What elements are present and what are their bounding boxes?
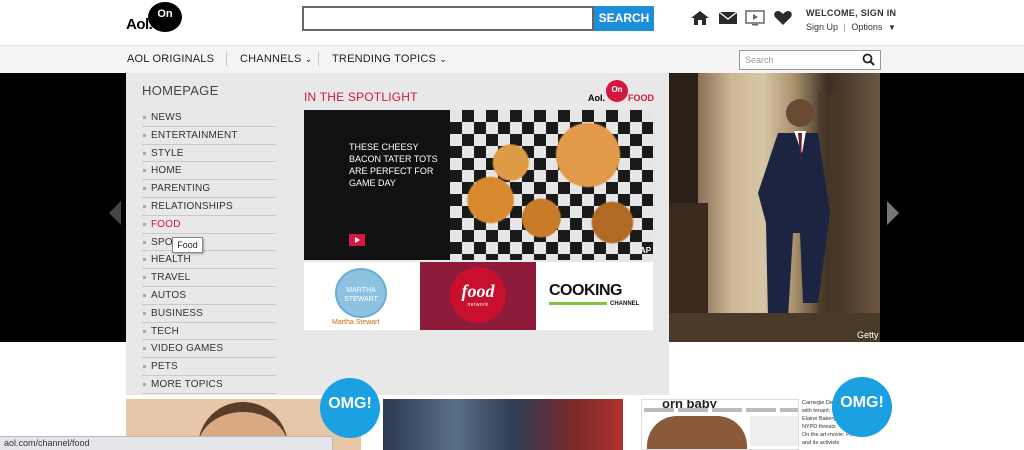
menu-item-sports[interactable]: SPORTS [142, 234, 276, 252]
spotlight-photo-credit: AP [640, 246, 652, 255]
nav-aol-originals[interactable]: AOL ORIGINALS [127, 53, 214, 65]
browser-status-bar: aol.com/channel/food [0, 436, 333, 450]
nav-divider [226, 52, 227, 66]
play-icon[interactable] [349, 234, 365, 246]
cooking-channel-tile[interactable]: COOKING CHANNEL [536, 262, 653, 330]
brand-aol-text: Aol. [588, 93, 605, 103]
next-arrow-icon[interactable] [886, 200, 900, 226]
logo-on-circle: On [148, 2, 182, 32]
spotlight-photo[interactable] [450, 110, 653, 260]
nav-search-input[interactable]: Search [739, 50, 881, 70]
cooking-channel-logo-sub: CHANNEL [610, 301, 640, 307]
sign-up-link[interactable]: Sign Up [806, 22, 838, 32]
story-card[interactable]: orn baby [641, 399, 799, 450]
menu-item-home[interactable]: HOME [142, 162, 276, 181]
hero-photo-credit: Getty [857, 330, 879, 340]
chevron-down-icon[interactable]: ▼ [888, 23, 896, 32]
menu-item-news[interactable]: NEWS [142, 109, 276, 127]
menu-item-style[interactable]: STYLE [142, 145, 276, 163]
menu-item-video-games[interactable]: VIDEO GAMES [142, 340, 276, 359]
menu-item-business[interactable]: BUSINESS [142, 305, 276, 323]
martha-stewart-label: Martha Stewart [332, 319, 380, 326]
aol-on-logo[interactable]: Aol. On [126, 2, 182, 36]
cooking-channel-bar [549, 302, 607, 305]
story-card-byline [644, 408, 798, 412]
food-network-tile[interactable]: food network [420, 262, 536, 330]
menu-item-more-topics[interactable]: MORE TOPICS [142, 376, 276, 394]
search-icon[interactable] [862, 53, 875, 66]
story-card-sidebar [750, 416, 798, 446]
omg-badge[interactable]: OMG! [320, 378, 380, 438]
nav-trending-topics[interactable]: TRENDING TOPICS ⌄ [332, 53, 447, 65]
spotlight-caption[interactable]: THESE CHEESY BACON TATER TOTS ARE PERFEC… [349, 141, 449, 189]
chevron-down-icon: ⌄ [304, 54, 313, 64]
mail-icon[interactable] [718, 10, 738, 26]
channel-menu-list: NEWS ENTERTAINMENT STYLE HOME PARENTING … [142, 109, 276, 394]
dropdown-heading[interactable]: HOMEPAGE [142, 83, 219, 98]
omg-badge[interactable]: OMG! [832, 377, 892, 437]
menu-item-food[interactable]: FOOD [142, 216, 276, 234]
story-card-image [647, 416, 747, 449]
martha-stewart-tile[interactable]: MARTHA STEWART Martha Stewart [304, 262, 420, 330]
aol-on-food-logo[interactable]: Aol. On FOOD [588, 80, 654, 106]
chevron-down-icon: ⌄ [439, 54, 448, 64]
nav-channels[interactable]: CHANNELS ⌄ [240, 53, 313, 65]
headline-item[interactable]: and its activists [802, 440, 895, 447]
options-link[interactable]: Options [851, 22, 882, 32]
menu-item-pets[interactable]: PETS [142, 358, 276, 376]
brand-on-circle: On [606, 80, 628, 102]
hero-photo[interactable] [668, 73, 880, 342]
header-search-button[interactable]: SEARCH [594, 6, 654, 31]
food-network-logo-sub: network [467, 302, 489, 308]
cooking-channel-logo-text: COOKING [549, 282, 622, 299]
menu-item-tech[interactable]: TECH [142, 323, 276, 341]
martha-stewart-logo: MARTHA STEWART [335, 268, 387, 318]
hero-person-illustration [668, 73, 880, 342]
nav-channels-label: CHANNELS [240, 53, 302, 65]
main-nav: AOL ORIGINALS CHANNELS ⌄ TRENDING TOPICS… [0, 45, 1024, 73]
site-header: Aol. On SEARCH WELCOME, SIGN IN Sign Up … [0, 0, 1024, 45]
food-network-logo-text: food [461, 281, 495, 301]
home-icon[interactable] [690, 10, 710, 26]
nav-divider [318, 52, 319, 66]
martha-circle-text: MARTHA STEWART [344, 287, 378, 303]
tooltip: Food [172, 237, 203, 253]
spotlight-title: IN THE SPOTLIGHT [304, 90, 418, 104]
heart-icon[interactable] [773, 10, 793, 26]
nav-trending-label: TRENDING TOPICS [332, 53, 437, 65]
welcome-sign-in-link[interactable]: WELCOME, SIGN IN [806, 8, 896, 18]
account-links: Sign Up | Options ▼ [806, 22, 896, 32]
menu-item-health[interactable]: HEALTH [142, 251, 276, 270]
story-card[interactable] [383, 399, 623, 450]
video-icon[interactable] [745, 10, 765, 26]
brand-food-text: FOOD [628, 93, 654, 103]
menu-item-autos[interactable]: AUTOS [142, 287, 276, 305]
menu-item-entertainment[interactable]: ENTERTAINMENT [142, 127, 276, 145]
menu-item-relationships[interactable]: RELATIONSHIPS [142, 198, 276, 216]
food-network-logo: food network [450, 267, 506, 323]
header-search-input[interactable] [302, 6, 594, 31]
menu-item-parenting[interactable]: PARENTING [142, 180, 276, 198]
previous-arrow-icon[interactable] [108, 200, 122, 226]
menu-item-travel[interactable]: TRAVEL [142, 269, 276, 287]
